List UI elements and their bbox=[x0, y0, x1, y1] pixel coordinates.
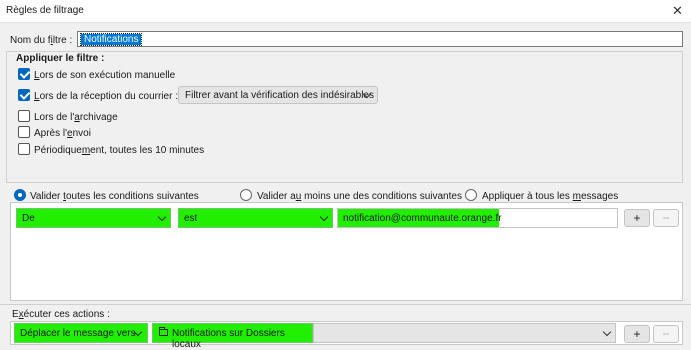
match-all-messages-label: Appliquer à tous les messages bbox=[482, 191, 619, 202]
match-all-radio[interactable] bbox=[14, 189, 26, 201]
window-title: Règles de filtrage bbox=[6, 5, 84, 16]
action-target-select[interactable]: Notifications sur Dossiers locaux bbox=[152, 323, 313, 350]
on-receive-checkbox[interactable] bbox=[18, 89, 30, 101]
on-receive-label: Lors de la réception du courrier : bbox=[34, 91, 178, 102]
apply-filter-title: Appliquer le filtre : bbox=[16, 53, 105, 64]
chevron-down-icon bbox=[157, 212, 167, 222]
manual-run-label: Lors de son exécution manuelle bbox=[34, 70, 176, 81]
action-type-value: Déplacer le message vers bbox=[20, 328, 136, 339]
title-bar bbox=[0, 0, 691, 23]
condition-value-text: notification@communaute.orange.fr bbox=[343, 213, 502, 224]
on-archive-label: Lors de l'archivage bbox=[34, 112, 118, 123]
divider bbox=[0, 304, 691, 305]
condition-field-select[interactable]: De bbox=[16, 208, 171, 228]
receive-timing-dropdown[interactable]: Filtrer avant la vérification des indési… bbox=[178, 86, 378, 104]
add-condition-button[interactable]: + bbox=[624, 209, 650, 227]
after-send-checkbox[interactable] bbox=[18, 126, 30, 138]
chevron-down-icon bbox=[602, 327, 612, 337]
after-send-label: Après l'envoi bbox=[34, 128, 91, 139]
condition-field-value: De bbox=[22, 213, 35, 224]
manual-run-checkbox[interactable] bbox=[18, 68, 30, 80]
filter-name-input[interactable]: Notifications bbox=[77, 31, 683, 47]
match-any-label: Valider au moins une des conditions suiv… bbox=[257, 191, 462, 202]
action-type-select[interactable]: Déplacer le message vers bbox=[14, 323, 148, 343]
actions-label: Exécuter ces actions : bbox=[12, 309, 110, 320]
chevron-down-icon bbox=[319, 212, 329, 222]
remove-action-button[interactable]: − bbox=[653, 325, 679, 343]
filter-name-value: Notifications bbox=[79, 33, 143, 46]
condition-operator-value: est bbox=[184, 213, 198, 224]
add-action-button[interactable]: + bbox=[624, 325, 650, 343]
receive-timing-value: Filtrer avant la vérification des indési… bbox=[185, 90, 374, 101]
match-all-label: Valider toutes les conditions suivantes bbox=[30, 191, 199, 202]
filter-name-label: Nom du filtre : bbox=[10, 35, 73, 46]
on-archive-checkbox[interactable] bbox=[18, 110, 30, 122]
periodic-checkbox[interactable] bbox=[18, 143, 30, 155]
action-target-select-tail[interactable] bbox=[313, 323, 616, 343]
match-any-radio[interactable] bbox=[240, 189, 252, 201]
action-target-value: Notifications sur Dossiers locaux bbox=[172, 328, 285, 350]
remove-condition-button[interactable]: − bbox=[653, 209, 679, 227]
periodic-label: Périodiquement, toutes les 10 minutes bbox=[34, 145, 205, 156]
folder-icon bbox=[159, 327, 168, 336]
close-icon[interactable]: ✕ bbox=[672, 3, 683, 19]
match-all-messages-radio[interactable] bbox=[465, 189, 477, 201]
condition-operator-select[interactable]: est bbox=[178, 208, 333, 228]
condition-value-input[interactable]: notification@communaute.orange.fr bbox=[337, 208, 618, 228]
